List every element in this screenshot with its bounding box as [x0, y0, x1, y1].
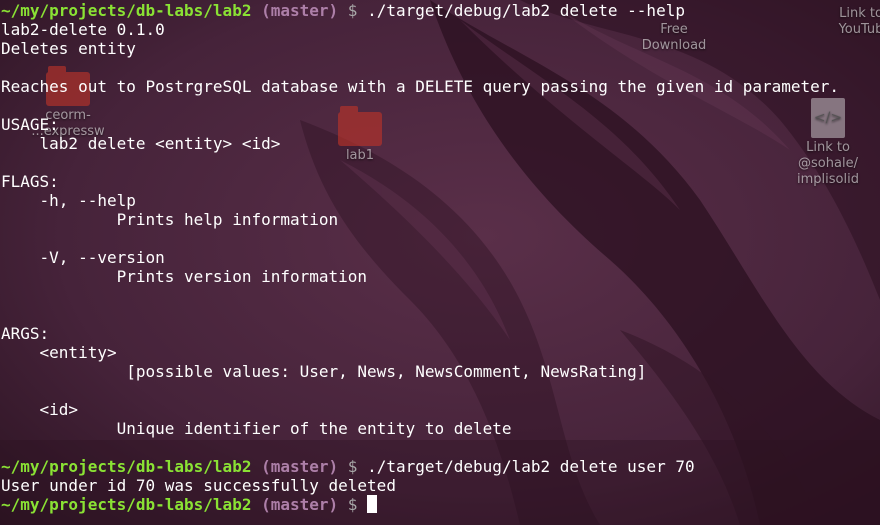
output-line: ARGS:: [1, 324, 880, 343]
output-text: <id>: [1, 400, 79, 419]
terminal-output[interactable]: ~/my/projects/db-labs/lab2 (master) $ ./…: [1, 1, 880, 514]
output-text: Deletes entity: [1, 39, 136, 58]
prompt-symbol: $: [347, 495, 358, 514]
output-text: USAGE:: [1, 115, 59, 134]
output-line: <id>: [1, 400, 880, 419]
command-text: ./target/debug/lab2 delete --help: [367, 1, 685, 20]
command-text: ./target/debug/lab2 delete user 70: [367, 457, 695, 476]
output-line: -h, --help: [1, 191, 880, 210]
output-line: FLAGS:: [1, 172, 880, 191]
text-cursor[interactable]: [367, 495, 378, 513]
git-branch-label: (master): [261, 495, 339, 514]
output-text: <entity>: [1, 343, 117, 362]
prompt-line: ~/my/projects/db-labs/lab2 (master) $: [1, 495, 880, 514]
output-text: [possible values: User, News, NewsCommen…: [1, 362, 647, 381]
output-text: -h, --help: [1, 191, 136, 210]
git-branch-label: (master): [261, 1, 339, 20]
output-line: -V, --version: [1, 248, 880, 267]
output-text: Unique identifier of the entity to delet…: [1, 419, 512, 438]
output-line: Deletes entity: [1, 39, 880, 58]
prompt-path: ~/my/projects/db-labs/lab2: [1, 457, 252, 476]
output-text: Reaches out to PostrgreSQL database with…: [1, 77, 840, 96]
output-text: FLAGS:: [1, 172, 59, 191]
output-text: ARGS:: [1, 324, 50, 343]
output-line: Unique identifier of the entity to delet…: [1, 419, 880, 438]
output-line: <entity>: [1, 343, 880, 362]
output-text: Prints version information: [1, 267, 368, 286]
output-line: Prints help information: [1, 210, 880, 229]
output-line: lab2-delete 0.1.0: [1, 20, 880, 39]
output-text: lab2-delete 0.1.0: [1, 20, 165, 39]
prompt-line: ~/my/projects/db-labs/lab2 (master) $ ./…: [1, 457, 880, 476]
output-text: User under id 70 was successfully delete…: [1, 476, 396, 495]
output-line: lab2 delete <entity> <id>: [1, 134, 880, 153]
output-line: Prints version information: [1, 267, 880, 286]
git-branch-label: (master): [261, 457, 339, 476]
output-text: lab2 delete <entity> <id>: [1, 134, 281, 153]
output-line: USAGE:: [1, 115, 880, 134]
prompt-line: ~/my/projects/db-labs/lab2 (master) $ ./…: [1, 1, 880, 20]
prompt-path: ~/my/projects/db-labs/lab2: [1, 495, 252, 514]
prompt-symbol: $: [347, 457, 358, 476]
output-line: Reaches out to PostrgreSQL database with…: [1, 77, 880, 96]
output-text: -V, --version: [1, 248, 165, 267]
output-line: [possible values: User, News, NewsCommen…: [1, 362, 880, 381]
output-text: Prints help information: [1, 210, 339, 229]
output-line: User under id 70 was successfully delete…: [1, 476, 880, 495]
prompt-path: ~/my/projects/db-labs/lab2: [1, 1, 252, 20]
prompt-symbol: $: [347, 1, 358, 20]
